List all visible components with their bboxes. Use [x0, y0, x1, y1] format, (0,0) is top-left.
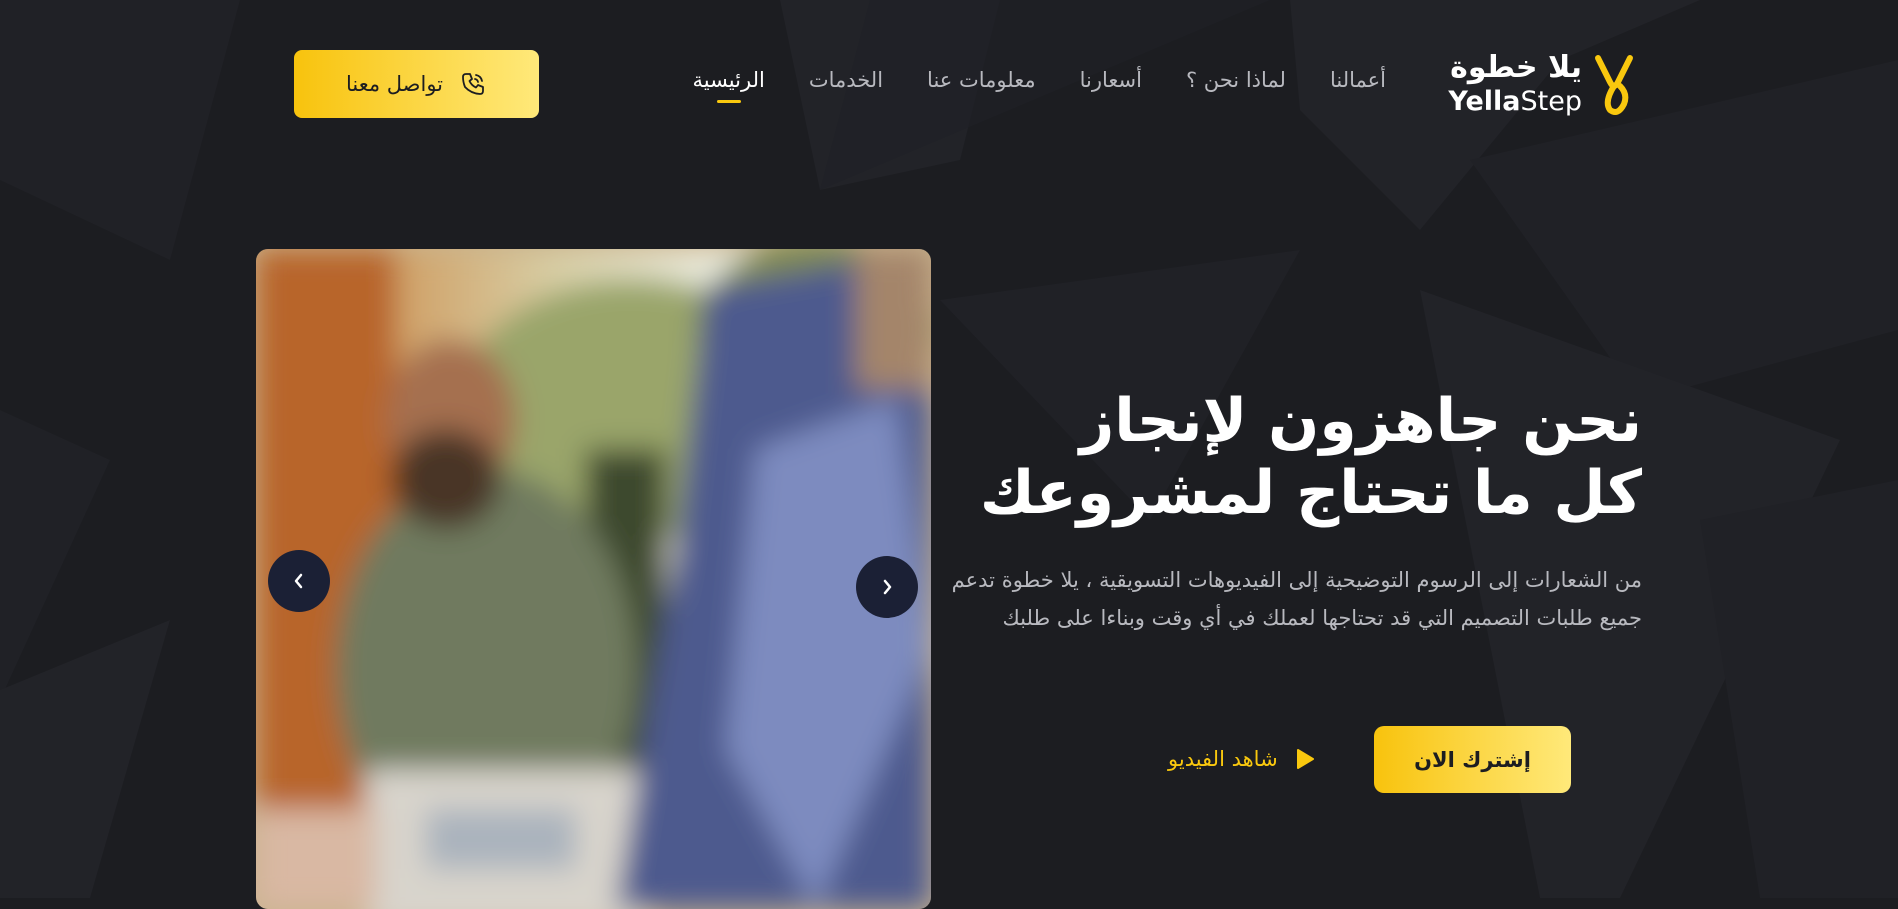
- watch-video-link[interactable]: شاهد الفيديو: [1168, 741, 1316, 777]
- chevron-left-icon: [294, 573, 303, 589]
- subscribe-button[interactable]: إشترك الان: [1374, 726, 1571, 793]
- landing-page: يلا خطوة YellaStep الرئيسية الخدمات معلو…: [0, 0, 1898, 909]
- logo-arabic-text: يلا خطوة: [1450, 50, 1582, 85]
- logo-mark-icon: [1595, 55, 1633, 115]
- hero-headline-line1: نحن جاهزون لإنجاز: [1079, 386, 1642, 456]
- hero-description: من الشعارات إلى الرسوم التوضيحية إلى الف…: [951, 568, 1642, 630]
- nav-item-about[interactable]: معلومات عنا: [927, 68, 1036, 92]
- nav-item-pricing[interactable]: أسعارنا: [1080, 68, 1142, 92]
- main-nav: الرئيسية الخدمات معلومات عنا أسعارنا لما…: [692, 68, 1386, 92]
- brand-logo[interactable]: يلا خطوة YellaStep: [1448, 50, 1638, 122]
- slider-prev-button[interactable]: [268, 550, 330, 612]
- nav-item-home[interactable]: الرئيسية: [692, 68, 764, 92]
- subscribe-button-label: إشترك الان: [1414, 747, 1531, 772]
- nav-item-services[interactable]: الخدمات: [809, 68, 883, 92]
- contact-button[interactable]: تواصل معنا: [294, 50, 539, 118]
- slider-next-button[interactable]: [856, 556, 918, 618]
- hero-headline-line2: كل ما تحتاج لمشروعك: [979, 458, 1642, 528]
- hero-headline: نحن جاهزون لإنجاز كل ما تحتاج لمشروعك: [942, 385, 1642, 529]
- hero-photo: [256, 249, 931, 909]
- play-icon: [1296, 749, 1314, 769]
- nav-item-why-us[interactable]: لماذا نحن ؟: [1186, 68, 1286, 92]
- watch-video-label: شاهد الفيديو: [1168, 747, 1278, 771]
- chevron-right-icon: [883, 579, 892, 595]
- hero-image: [256, 249, 931, 909]
- phone-icon: [462, 73, 484, 95]
- nav-item-portfolio[interactable]: أعمالنا: [1330, 68, 1386, 92]
- logo-latin-text: YellaStep: [1448, 86, 1582, 117]
- contact-button-label: تواصل معنا: [345, 72, 444, 96]
